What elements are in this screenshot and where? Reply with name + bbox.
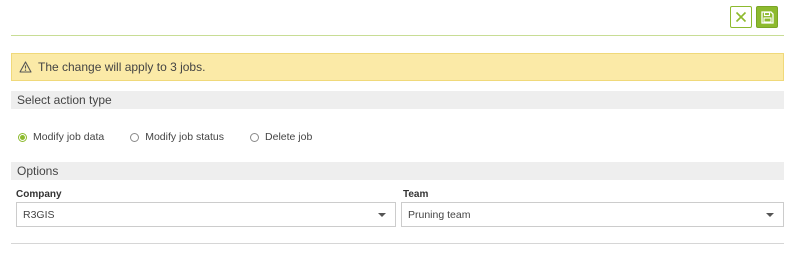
- radio-delete-job[interactable]: Delete job: [250, 131, 312, 143]
- radio-indicator[interactable]: [130, 132, 140, 142]
- chevron-down-icon: [766, 213, 774, 217]
- toolbar: [730, 6, 778, 28]
- footer-divider: [11, 243, 784, 244]
- company-select-value: R3GIS: [23, 208, 55, 221]
- alert-text: The change will apply to 3 jobs.: [38, 60, 206, 74]
- save-button[interactable]: [756, 6, 778, 28]
- radio-indicator[interactable]: [250, 132, 260, 142]
- chevron-down-icon: [378, 213, 386, 217]
- header-divider: [11, 35, 784, 36]
- radio-label: Modify job status: [145, 131, 225, 143]
- team-label: Team: [403, 189, 429, 200]
- alert-banner: The change will apply to 3 jobs.: [11, 53, 784, 81]
- company-select[interactable]: R3GIS: [16, 202, 396, 227]
- close-button[interactable]: [730, 6, 752, 28]
- company-label: Company: [16, 189, 62, 200]
- team-select[interactable]: Pruning team: [401, 202, 784, 227]
- action-type-radio-group: Modify job data Modify job status Delete…: [18, 131, 338, 143]
- radio-indicator[interactable]: [18, 132, 27, 142]
- radio-modify-job-status[interactable]: Modify job status: [130, 131, 224, 143]
- radio-label: Modify job data: [33, 131, 105, 143]
- team-select-value: Pruning team: [408, 208, 471, 221]
- section-title-options: Options: [11, 162, 784, 180]
- warning-icon: [19, 61, 32, 73]
- save-icon: [760, 10, 774, 24]
- radio-modify-job-data[interactable]: Modify job data: [18, 131, 104, 143]
- section-title-action-type: Select action type: [11, 91, 784, 109]
- close-icon: [735, 11, 747, 23]
- radio-label: Delete job: [265, 131, 313, 143]
